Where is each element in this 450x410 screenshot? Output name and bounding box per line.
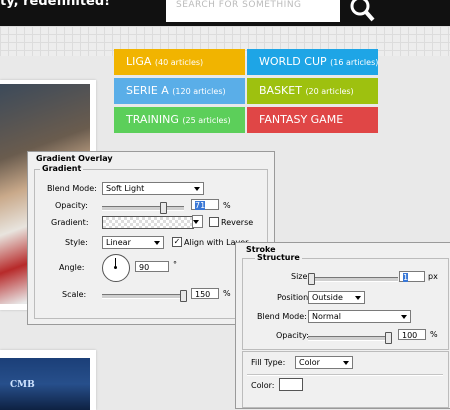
angle-center xyxy=(114,266,117,269)
gradient-picker[interactable] xyxy=(102,216,194,229)
chevron-down-icon xyxy=(343,361,349,365)
chevron-down-icon xyxy=(193,220,199,224)
fill-type-label: Fill Type: xyxy=(251,358,286,367)
opacity-field[interactable]: 100 xyxy=(398,329,426,340)
color-label: Color: xyxy=(251,381,275,390)
tile-fantasy-game[interactable]: FANTASY GAME xyxy=(247,107,378,133)
gradient-label: Gradient: xyxy=(51,218,89,227)
chevron-down-icon xyxy=(401,315,407,319)
blend-mode-select[interactable]: Normal xyxy=(308,310,411,323)
gradient-dropdown[interactable] xyxy=(192,215,203,228)
opacity-label: Opacity: xyxy=(55,201,88,210)
opacity-label: Opacity: xyxy=(276,331,309,340)
gradient-group: Gradient Blend Mode: Soft Light Opacity:… xyxy=(34,164,268,319)
tile-world-cup[interactable]: WORLD CUP (16 articles) xyxy=(247,49,378,75)
percent-unit: % xyxy=(223,289,231,298)
photo-card-2: CMB xyxy=(0,350,96,410)
structure-group: Structure Size: 1 px Position: Outside B… xyxy=(242,253,449,350)
fill-type-group: Fill Type: Color Color: xyxy=(242,351,449,408)
scale-label: Scale: xyxy=(62,290,87,299)
divider xyxy=(247,374,443,376)
reverse-label: Reverse xyxy=(221,218,254,227)
degree-unit: ° xyxy=(173,260,177,269)
category-tiles: LIGA (40 articles) WORLD CUP (16 article… xyxy=(114,49,380,133)
opacity-field[interactable]: 71 xyxy=(191,199,219,210)
search-icon xyxy=(350,0,375,22)
size-field[interactable]: 1 xyxy=(399,271,425,282)
px-unit: px xyxy=(428,272,438,281)
chevron-down-icon xyxy=(154,241,160,245)
position-label: Position: xyxy=(277,293,311,302)
style-label: Style: xyxy=(65,238,88,247)
opacity-slider[interactable] xyxy=(102,202,184,214)
site-header: ty, redefinited! SEARCH FOR SOMETHING xyxy=(0,0,450,26)
group-title: Gradient xyxy=(40,164,84,173)
stadium-banner-image: CMB xyxy=(0,358,90,410)
scale-slider[interactable] xyxy=(102,290,187,302)
blend-mode-label: Blend Mode: xyxy=(257,312,307,321)
style-select[interactable]: Linear xyxy=(102,236,164,249)
opacity-slider[interactable] xyxy=(308,332,392,344)
blend-mode-select[interactable]: Soft Light xyxy=(102,182,204,195)
tile-training[interactable]: TRAINING (25 articles) xyxy=(114,107,245,133)
search-placeholder: SEARCH FOR SOMETHING xyxy=(176,0,302,10)
angle-field[interactable]: 90 xyxy=(135,261,169,272)
position-select[interactable]: Outside xyxy=(308,291,365,304)
percent-unit: % xyxy=(430,330,438,339)
scale-field[interactable]: 150 xyxy=(191,288,219,299)
size-slider[interactable] xyxy=(308,273,398,285)
blend-mode-label: Blend Mode: xyxy=(47,184,97,193)
chevron-down-icon xyxy=(355,296,361,300)
slider-handle[interactable] xyxy=(385,332,392,344)
stroke-panel: Stroke Structure Size: 1 px Position: Ou… xyxy=(235,242,450,409)
slider-handle[interactable] xyxy=(308,273,315,285)
search-input[interactable]: SEARCH FOR SOMETHING xyxy=(166,0,340,22)
site-tagline: ty, redefinited! xyxy=(0,0,111,9)
chevron-down-icon xyxy=(194,187,200,191)
percent-unit: % xyxy=(223,201,231,210)
panel-title: Gradient Overlay xyxy=(36,154,113,163)
align-with-layer-checkbox[interactable]: ✓ xyxy=(172,237,182,247)
angle-label: Angle: xyxy=(59,263,85,272)
tile-basket[interactable]: BASKET (20 articles) xyxy=(247,78,378,104)
search-button[interactable] xyxy=(343,0,381,22)
slider-handle[interactable] xyxy=(180,290,187,302)
color-swatch[interactable] xyxy=(279,378,303,391)
reverse-checkbox[interactable] xyxy=(209,217,219,227)
fill-type-select[interactable]: Color xyxy=(295,356,353,369)
tile-liga[interactable]: LIGA (40 articles) xyxy=(114,49,245,75)
slider-handle[interactable] xyxy=(160,202,167,214)
group-title: Structure xyxy=(255,253,302,262)
tile-serie-a[interactable]: SERIE A (120 articles) xyxy=(114,78,245,104)
angle-dial[interactable] xyxy=(102,254,130,282)
